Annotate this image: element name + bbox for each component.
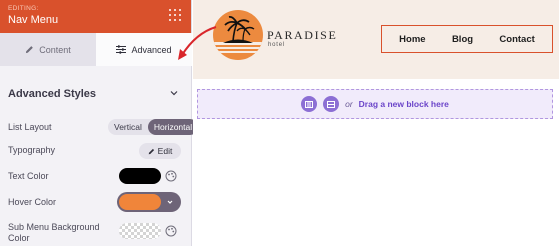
palette-icon[interactable] bbox=[165, 170, 177, 182]
submenu-bg-swatch[interactable] bbox=[119, 223, 161, 239]
hover-color-label: Hover Color bbox=[8, 197, 57, 207]
typography-edit-label: Edit bbox=[157, 146, 173, 156]
tab-advanced-label: Advanced bbox=[131, 44, 172, 55]
typography-label: Typography bbox=[8, 145, 56, 155]
text-color-swatch[interactable] bbox=[119, 168, 161, 184]
nav-link-contact[interactable]: Contact bbox=[499, 34, 534, 45]
chevron-down-icon[interactable] bbox=[169, 88, 179, 98]
nav-link-home[interactable]: Home bbox=[399, 34, 425, 45]
add-columns-button[interactable] bbox=[301, 96, 318, 112]
panel-header: EDITING: Nav Menu bbox=[0, 0, 191, 33]
sliders-icon bbox=[116, 45, 127, 54]
text-color-label: Text Color bbox=[8, 171, 49, 181]
submenu-bg-label: Sub Menu Background Color bbox=[8, 222, 100, 243]
drop-zone-or: or bbox=[345, 99, 353, 109]
tab-content[interactable]: Content bbox=[0, 33, 96, 66]
logo-name: PARADISE bbox=[267, 28, 338, 42]
section-icon bbox=[327, 100, 336, 108]
annotation-arrow bbox=[178, 26, 217, 60]
section-title[interactable]: Advanced Styles bbox=[8, 88, 96, 100]
settings-panel: EDITING: Nav Menu Content Advanced Advan… bbox=[0, 0, 199, 246]
list-layout-vertical[interactable]: Vertical bbox=[108, 119, 148, 135]
panel-tabs: Content Advanced bbox=[0, 33, 192, 66]
logo-subtitle: hotel bbox=[268, 42, 286, 48]
tab-content-label: Content bbox=[39, 44, 71, 55]
drop-zone-cta[interactable]: Drag a new block here bbox=[359, 99, 449, 109]
drag-grid-icon[interactable] bbox=[169, 9, 183, 23]
block-drop-zone[interactable]: or Drag a new block here bbox=[197, 89, 553, 119]
chevron-down-icon[interactable] bbox=[165, 197, 175, 207]
columns-icon bbox=[305, 100, 314, 108]
list-layout-label: List Layout bbox=[8, 122, 52, 132]
editing-label: EDITING: bbox=[8, 5, 39, 12]
list-layout-horizontal[interactable]: Horizontal bbox=[147, 119, 199, 135]
panel-title: Nav Menu bbox=[8, 14, 59, 26]
pencil-icon bbox=[148, 148, 154, 154]
list-layout-toggle: Vertical Horizontal bbox=[108, 119, 199, 135]
palette-icon[interactable] bbox=[165, 225, 177, 237]
add-section-button[interactable] bbox=[323, 96, 340, 112]
pencil-icon bbox=[26, 46, 34, 54]
nav-link-blog[interactable]: Blog bbox=[452, 34, 473, 45]
nav-menu[interactable]: Home Blog Contact bbox=[381, 25, 553, 53]
typography-edit-button[interactable]: Edit bbox=[139, 143, 181, 159]
hover-color-swatch[interactable] bbox=[119, 194, 161, 210]
